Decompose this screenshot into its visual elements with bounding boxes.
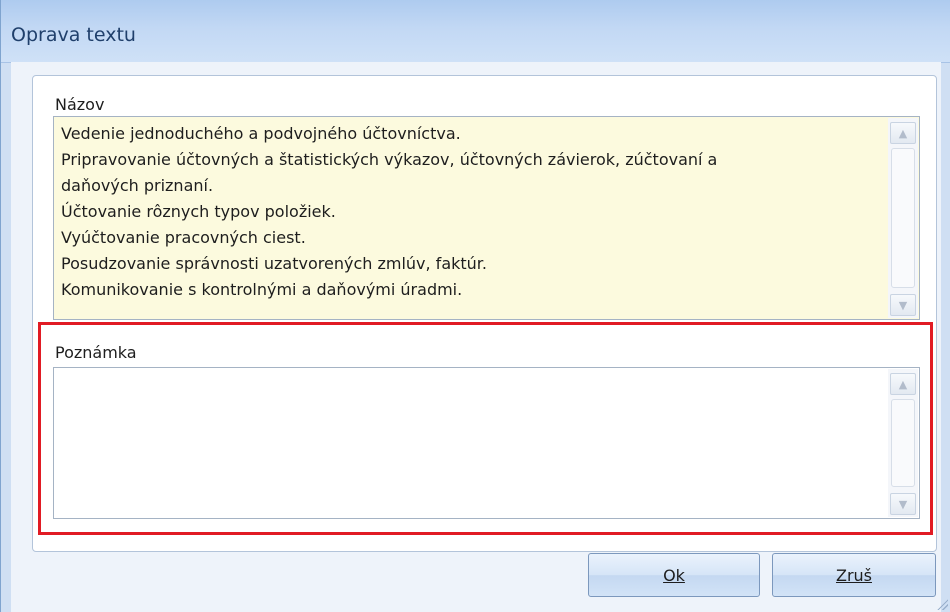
nazov-line: daňových priznaní. <box>61 176 214 195</box>
scroll-thumb[interactable] <box>891 148 915 288</box>
nazov-line: Účtovanie rôznych typov položiek. <box>61 202 336 221</box>
scroll-up-icon[interactable]: ▲ <box>890 122 916 144</box>
window-title: Oprava textu <box>11 24 136 46</box>
nazov-textarea[interactable]: Vedenie jednoduchého a podvojného účtovn… <box>53 116 920 320</box>
nazov-line: Komunikovanie s kontrolnými a daňovými ú… <box>61 280 463 299</box>
cancel-button[interactable]: Zruš <box>772 553 936 597</box>
nazov-line: Vedenie jednoduchého a podvojného účtovn… <box>61 124 461 143</box>
highlight-box <box>38 322 933 535</box>
nazov-label: Názov <box>55 95 105 114</box>
nazov-line: Pripravovanie účtovných a štatistických … <box>61 150 718 169</box>
ok-button[interactable]: Ok <box>588 553 760 597</box>
nazov-line: Posudzovanie správnosti uzatvorených zml… <box>61 254 487 273</box>
nazov-scrollbar[interactable]: ▲ ▼ <box>888 118 918 318</box>
title-bar[interactable]: Oprava textu <box>1 0 950 63</box>
scroll-down-icon[interactable]: ▼ <box>890 294 916 316</box>
nazov-text: Vedenie jednoduchého a podvojného účtovn… <box>61 121 881 303</box>
dialog-window: Oprava textu Názov Vedenie jednoduchého … <box>0 0 950 612</box>
nazov-line: Vyúčtovanie pracovných ciest. <box>61 228 306 247</box>
resize-grip-icon[interactable] <box>936 598 948 610</box>
